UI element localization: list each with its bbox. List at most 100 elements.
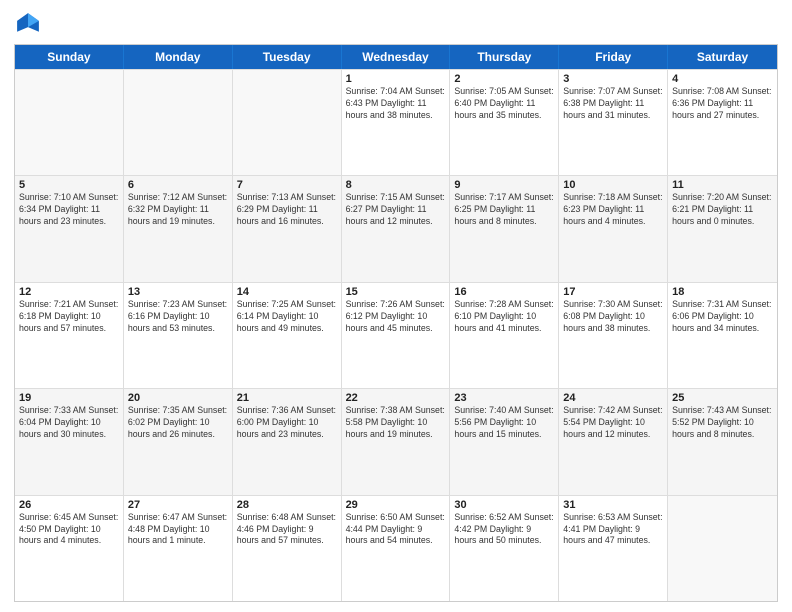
weekday-header-friday: Friday <box>559 45 668 69</box>
day-number: 29 <box>346 499 446 511</box>
logo-icon <box>14 10 42 38</box>
calendar-body: 1Sunrise: 7:04 AM Sunset: 6:43 PM Daylig… <box>15 69 777 601</box>
calendar-row-4: 26Sunrise: 6:45 AM Sunset: 4:50 PM Dayli… <box>15 495 777 601</box>
day-number: 6 <box>128 179 228 191</box>
empty-cell-0-1 <box>124 70 233 175</box>
day-cell-15: 15Sunrise: 7:26 AM Sunset: 6:12 PM Dayli… <box>342 283 451 388</box>
day-number: 10 <box>563 179 663 191</box>
day-number: 8 <box>346 179 446 191</box>
day-cell-19: 19Sunrise: 7:33 AM Sunset: 6:04 PM Dayli… <box>15 389 124 494</box>
day-number: 7 <box>237 179 337 191</box>
day-cell-8: 8Sunrise: 7:15 AM Sunset: 6:27 PM Daylig… <box>342 176 451 281</box>
day-number: 28 <box>237 499 337 511</box>
day-info: Sunrise: 7:05 AM Sunset: 6:40 PM Dayligh… <box>454 86 554 122</box>
day-info: Sunrise: 7:42 AM Sunset: 5:54 PM Dayligh… <box>563 405 663 441</box>
day-info: Sunrise: 6:47 AM Sunset: 4:48 PM Dayligh… <box>128 512 228 548</box>
logo <box>14 10 46 38</box>
day-cell-26: 26Sunrise: 6:45 AM Sunset: 4:50 PM Dayli… <box>15 496 124 601</box>
weekday-header-wednesday: Wednesday <box>342 45 451 69</box>
day-cell-10: 10Sunrise: 7:18 AM Sunset: 6:23 PM Dayli… <box>559 176 668 281</box>
day-info: Sunrise: 6:48 AM Sunset: 4:46 PM Dayligh… <box>237 512 337 548</box>
day-number: 30 <box>454 499 554 511</box>
day-info: Sunrise: 6:50 AM Sunset: 4:44 PM Dayligh… <box>346 512 446 548</box>
day-info: Sunrise: 7:08 AM Sunset: 6:36 PM Dayligh… <box>672 86 773 122</box>
day-cell-13: 13Sunrise: 7:23 AM Sunset: 6:16 PM Dayli… <box>124 283 233 388</box>
day-info: Sunrise: 7:15 AM Sunset: 6:27 PM Dayligh… <box>346 192 446 228</box>
day-info: Sunrise: 7:31 AM Sunset: 6:06 PM Dayligh… <box>672 299 773 335</box>
calendar-row-3: 19Sunrise: 7:33 AM Sunset: 6:04 PM Dayli… <box>15 388 777 494</box>
calendar-header: SundayMondayTuesdayWednesdayThursdayFrid… <box>15 45 777 69</box>
weekday-header-tuesday: Tuesday <box>233 45 342 69</box>
day-cell-11: 11Sunrise: 7:20 AM Sunset: 6:21 PM Dayli… <box>668 176 777 281</box>
day-cell-23: 23Sunrise: 7:40 AM Sunset: 5:56 PM Dayli… <box>450 389 559 494</box>
day-number: 31 <box>563 499 663 511</box>
day-info: Sunrise: 7:26 AM Sunset: 6:12 PM Dayligh… <box>346 299 446 335</box>
empty-cell-4-6 <box>668 496 777 601</box>
day-cell-2: 2Sunrise: 7:05 AM Sunset: 6:40 PM Daylig… <box>450 70 559 175</box>
day-number: 23 <box>454 392 554 404</box>
day-cell-21: 21Sunrise: 7:36 AM Sunset: 6:00 PM Dayli… <box>233 389 342 494</box>
day-number: 15 <box>346 286 446 298</box>
day-info: Sunrise: 7:13 AM Sunset: 6:29 PM Dayligh… <box>237 192 337 228</box>
weekday-header-saturday: Saturday <box>668 45 777 69</box>
day-number: 11 <box>672 179 773 191</box>
day-number: 2 <box>454 73 554 85</box>
day-info: Sunrise: 7:23 AM Sunset: 6:16 PM Dayligh… <box>128 299 228 335</box>
day-cell-3: 3Sunrise: 7:07 AM Sunset: 6:38 PM Daylig… <box>559 70 668 175</box>
day-info: Sunrise: 7:38 AM Sunset: 5:58 PM Dayligh… <box>346 405 446 441</box>
day-number: 5 <box>19 179 119 191</box>
day-number: 20 <box>128 392 228 404</box>
day-number: 17 <box>563 286 663 298</box>
day-number: 13 <box>128 286 228 298</box>
calendar: SundayMondayTuesdayWednesdayThursdayFrid… <box>14 44 778 602</box>
day-info: Sunrise: 7:25 AM Sunset: 6:14 PM Dayligh… <box>237 299 337 335</box>
day-cell-25: 25Sunrise: 7:43 AM Sunset: 5:52 PM Dayli… <box>668 389 777 494</box>
day-cell-30: 30Sunrise: 6:52 AM Sunset: 4:42 PM Dayli… <box>450 496 559 601</box>
day-number: 21 <box>237 392 337 404</box>
day-cell-29: 29Sunrise: 6:50 AM Sunset: 4:44 PM Dayli… <box>342 496 451 601</box>
day-info: Sunrise: 6:52 AM Sunset: 4:42 PM Dayligh… <box>454 512 554 548</box>
day-cell-4: 4Sunrise: 7:08 AM Sunset: 6:36 PM Daylig… <box>668 70 777 175</box>
day-cell-16: 16Sunrise: 7:28 AM Sunset: 6:10 PM Dayli… <box>450 283 559 388</box>
day-number: 26 <box>19 499 119 511</box>
day-info: Sunrise: 7:30 AM Sunset: 6:08 PM Dayligh… <box>563 299 663 335</box>
day-cell-5: 5Sunrise: 7:10 AM Sunset: 6:34 PM Daylig… <box>15 176 124 281</box>
day-number: 27 <box>128 499 228 511</box>
day-info: Sunrise: 6:53 AM Sunset: 4:41 PM Dayligh… <box>563 512 663 548</box>
day-number: 16 <box>454 286 554 298</box>
day-cell-31: 31Sunrise: 6:53 AM Sunset: 4:41 PM Dayli… <box>559 496 668 601</box>
day-info: Sunrise: 7:21 AM Sunset: 6:18 PM Dayligh… <box>19 299 119 335</box>
header <box>14 10 778 38</box>
day-info: Sunrise: 7:36 AM Sunset: 6:00 PM Dayligh… <box>237 405 337 441</box>
day-info: Sunrise: 7:12 AM Sunset: 6:32 PM Dayligh… <box>128 192 228 228</box>
day-number: 19 <box>19 392 119 404</box>
calendar-row-0: 1Sunrise: 7:04 AM Sunset: 6:43 PM Daylig… <box>15 69 777 175</box>
day-info: Sunrise: 7:07 AM Sunset: 6:38 PM Dayligh… <box>563 86 663 122</box>
page: SundayMondayTuesdayWednesdayThursdayFrid… <box>0 0 792 612</box>
day-info: Sunrise: 7:17 AM Sunset: 6:25 PM Dayligh… <box>454 192 554 228</box>
empty-cell-0-2 <box>233 70 342 175</box>
day-number: 24 <box>563 392 663 404</box>
day-cell-14: 14Sunrise: 7:25 AM Sunset: 6:14 PM Dayli… <box>233 283 342 388</box>
day-number: 22 <box>346 392 446 404</box>
day-cell-28: 28Sunrise: 6:48 AM Sunset: 4:46 PM Dayli… <box>233 496 342 601</box>
day-cell-1: 1Sunrise: 7:04 AM Sunset: 6:43 PM Daylig… <box>342 70 451 175</box>
empty-cell-0-0 <box>15 70 124 175</box>
day-info: Sunrise: 6:45 AM Sunset: 4:50 PM Dayligh… <box>19 512 119 548</box>
day-cell-22: 22Sunrise: 7:38 AM Sunset: 5:58 PM Dayli… <box>342 389 451 494</box>
calendar-row-1: 5Sunrise: 7:10 AM Sunset: 6:34 PM Daylig… <box>15 175 777 281</box>
day-number: 14 <box>237 286 337 298</box>
day-number: 25 <box>672 392 773 404</box>
day-info: Sunrise: 7:20 AM Sunset: 6:21 PM Dayligh… <box>672 192 773 228</box>
day-cell-27: 27Sunrise: 6:47 AM Sunset: 4:48 PM Dayli… <box>124 496 233 601</box>
day-info: Sunrise: 7:10 AM Sunset: 6:34 PM Dayligh… <box>19 192 119 228</box>
day-number: 12 <box>19 286 119 298</box>
day-cell-7: 7Sunrise: 7:13 AM Sunset: 6:29 PM Daylig… <box>233 176 342 281</box>
weekday-header-thursday: Thursday <box>450 45 559 69</box>
day-cell-20: 20Sunrise: 7:35 AM Sunset: 6:02 PM Dayli… <box>124 389 233 494</box>
day-info: Sunrise: 7:28 AM Sunset: 6:10 PM Dayligh… <box>454 299 554 335</box>
day-cell-6: 6Sunrise: 7:12 AM Sunset: 6:32 PM Daylig… <box>124 176 233 281</box>
day-number: 9 <box>454 179 554 191</box>
day-cell-24: 24Sunrise: 7:42 AM Sunset: 5:54 PM Dayli… <box>559 389 668 494</box>
day-number: 4 <box>672 73 773 85</box>
